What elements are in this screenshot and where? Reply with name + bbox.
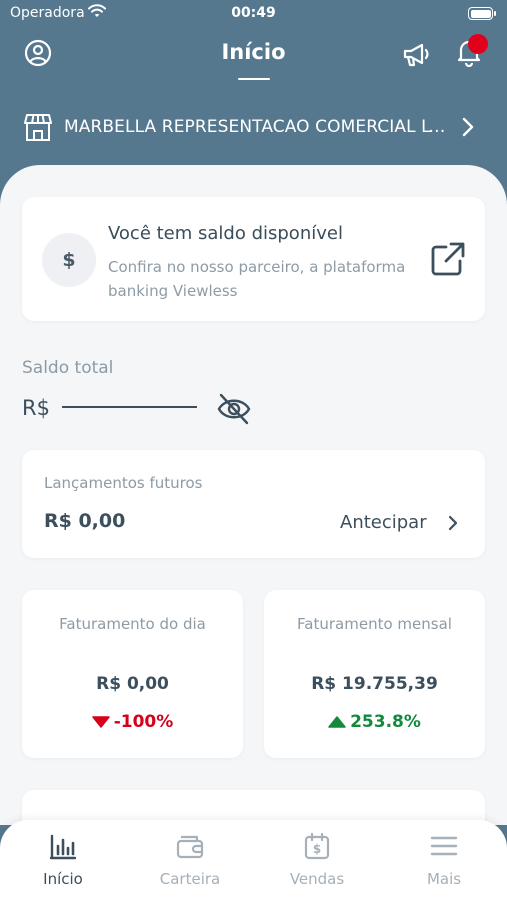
daily-revenue-title: Faturamento do dia (59, 615, 206, 633)
company-name: MARBELLA REPRESENTACAO COMERCIAL LTDA (64, 117, 449, 137)
triangle-down-icon (91, 716, 110, 728)
store-icon (24, 114, 52, 141)
future-entries-card: Lançamentos futuros R$ 0,00 Antecipar (22, 450, 485, 558)
monthly-revenue-change: 253.8% (264, 712, 485, 732)
tab-mais[interactable]: Mais (381, 820, 507, 900)
tab-inicio-label: Início (43, 870, 83, 888)
chart-bars-icon (49, 834, 77, 860)
future-entries-value: R$ 0,00 (44, 510, 126, 532)
daily-revenue-change-value: -100% (113, 712, 174, 732)
bottom-tab-bar: Início Carteira $ Vendas Mais (0, 820, 507, 900)
company-selector[interactable]: MARBELLA REPRESENTACAO COMERCIAL LTDA (0, 106, 507, 150)
menu-icon (430, 836, 458, 856)
status-bar: Operadora 00:49 (0, 0, 507, 28)
monthly-revenue-card[interactable]: Faturamento mensal R$ 19.755,39 253.8% (264, 590, 485, 758)
balance-card-subtitle: Confira no nosso parceiro, a plataforma … (108, 258, 406, 300)
monthly-revenue-change-value: 253.8% (350, 712, 421, 732)
saldo-hidden-value (62, 406, 197, 408)
svg-text:$: $ (313, 842, 321, 856)
chevron-right-icon (462, 117, 474, 137)
title-underline (238, 78, 270, 80)
tab-vendas-label: Vendas (289, 870, 345, 888)
monthly-revenue-value: R$ 19.755,39 (311, 674, 438, 694)
triangle-up-icon (328, 716, 346, 728)
tab-carteira-label: Carteira (159, 870, 221, 888)
monthly-revenue-title: Faturamento mensal (297, 615, 452, 633)
daily-revenue-change: -100% (22, 712, 243, 732)
future-entries-label: Lançamentos futuros (44, 474, 203, 492)
external-link-icon[interactable] (430, 241, 466, 277)
dollar-icon: $ (42, 233, 96, 287)
wallet-icon (176, 835, 204, 859)
tab-mais-label: Mais (426, 870, 462, 888)
battery-icon (468, 7, 496, 20)
saldo-currency: R$ (22, 396, 50, 420)
saldo-total-label: Saldo total (22, 358, 114, 378)
notification-badge (468, 34, 488, 54)
megaphone-icon[interactable] (402, 40, 432, 68)
tab-carteira[interactable]: Carteira (127, 820, 253, 900)
daily-revenue-value: R$ 0,00 (96, 674, 169, 694)
balance-card-title: Você tem saldo disponível (108, 223, 343, 244)
chevron-right-icon[interactable] (447, 514, 459, 532)
status-time: 00:49 (231, 5, 276, 21)
tab-inicio[interactable]: Início (0, 820, 126, 900)
tab-vendas[interactable]: $ Vendas (254, 820, 380, 900)
calendar-dollar-icon: $ (304, 832, 330, 860)
eye-off-icon[interactable] (216, 392, 252, 426)
available-balance-card[interactable]: $ Você tem saldo disponível Confira no n… (22, 197, 485, 321)
daily-revenue-card[interactable]: Faturamento do dia R$ 0,00 -100% (22, 590, 243, 758)
anticipate-link[interactable]: Antecipar (340, 512, 427, 533)
top-bar: Início (0, 30, 507, 85)
